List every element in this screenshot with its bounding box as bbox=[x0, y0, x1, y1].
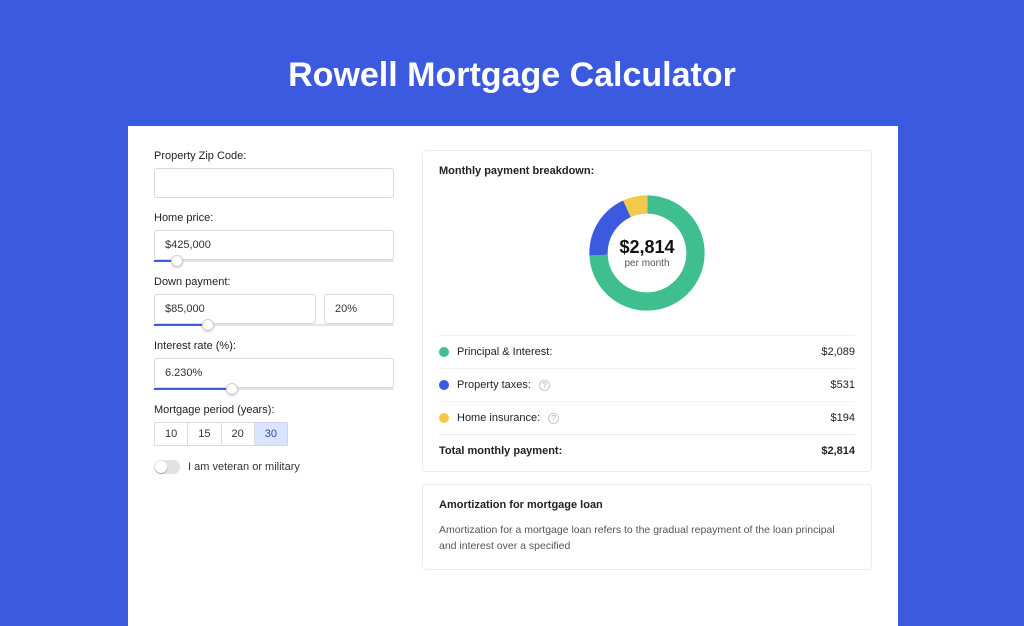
legend-value: $2,089 bbox=[821, 346, 855, 358]
total-value: $2,814 bbox=[821, 445, 855, 457]
legend-principal: Principal & Interest: $2,089 bbox=[439, 335, 855, 368]
amortization-body: Amortization for a mortgage loan refers … bbox=[439, 523, 855, 555]
zip-input[interactable] bbox=[154, 168, 394, 198]
legend-value: $531 bbox=[831, 379, 855, 391]
veteran-toggle[interactable] bbox=[154, 460, 180, 474]
legend-label: Home insurance: bbox=[457, 412, 540, 424]
donut-chart: $2,814 per month bbox=[439, 189, 855, 317]
donut-center: $2,814 per month bbox=[439, 189, 855, 317]
rate-slider[interactable] bbox=[154, 388, 394, 390]
amortization-panel: Amortization for mortgage loan Amortizat… bbox=[422, 484, 872, 570]
legend-label: Property taxes: bbox=[457, 379, 531, 391]
rate-label: Interest rate (%): bbox=[154, 340, 394, 352]
page-title: Rowell Mortgage Calculator bbox=[0, 0, 1024, 117]
rate-field: Interest rate (%): bbox=[154, 340, 394, 390]
legend-taxes: Property taxes: ? $531 bbox=[439, 368, 855, 401]
legend-label: Principal & Interest: bbox=[457, 346, 552, 358]
price-label: Home price: bbox=[154, 212, 394, 224]
dot-icon bbox=[439, 413, 449, 423]
breakdown-panel: Monthly payment breakdown: $2,814 per mo… bbox=[422, 150, 872, 472]
down-field: Down payment: bbox=[154, 276, 394, 326]
legend-insurance: Home insurance: ? $194 bbox=[439, 401, 855, 434]
down-pct-input[interactable] bbox=[324, 294, 394, 324]
info-icon[interactable]: ? bbox=[548, 413, 559, 424]
breakdown-title: Monthly payment breakdown: bbox=[439, 165, 855, 177]
period-20-button[interactable]: 20 bbox=[222, 422, 255, 446]
legend-total: Total monthly payment: $2,814 bbox=[439, 434, 855, 457]
legend-value: $194 bbox=[831, 412, 855, 424]
down-label: Down payment: bbox=[154, 276, 394, 288]
period-15-button[interactable]: 15 bbox=[188, 422, 221, 446]
info-icon[interactable]: ? bbox=[539, 380, 550, 391]
amortization-title: Amortization for mortgage loan bbox=[439, 499, 855, 511]
dot-icon bbox=[439, 347, 449, 357]
calculator-card: Property Zip Code: Home price: Down paym… bbox=[128, 126, 898, 626]
period-10-button[interactable]: 10 bbox=[154, 422, 188, 446]
period-field: Mortgage period (years): 10 15 20 30 bbox=[154, 404, 394, 446]
period-label: Mortgage period (years): bbox=[154, 404, 394, 416]
down-slider[interactable] bbox=[154, 324, 394, 326]
slider-thumb[interactable] bbox=[202, 319, 214, 331]
donut-center-value: $2,814 bbox=[619, 237, 674, 258]
slider-thumb[interactable] bbox=[171, 255, 183, 267]
rate-input[interactable] bbox=[154, 358, 394, 388]
price-field: Home price: bbox=[154, 212, 394, 262]
zip-label: Property Zip Code: bbox=[154, 150, 394, 162]
inputs-column: Property Zip Code: Home price: Down paym… bbox=[154, 150, 394, 602]
veteran-row: I am veteran or military bbox=[154, 460, 394, 474]
dot-icon bbox=[439, 380, 449, 390]
slider-thumb[interactable] bbox=[226, 383, 238, 395]
veteran-label: I am veteran or military bbox=[188, 461, 300, 473]
price-slider[interactable] bbox=[154, 260, 394, 262]
zip-field: Property Zip Code: bbox=[154, 150, 394, 198]
price-input[interactable] bbox=[154, 230, 394, 260]
down-amount-input[interactable] bbox=[154, 294, 316, 324]
period-buttons: 10 15 20 30 bbox=[154, 422, 394, 446]
total-label: Total monthly payment: bbox=[439, 445, 562, 457]
period-30-button[interactable]: 30 bbox=[255, 422, 288, 446]
donut-center-sub: per month bbox=[624, 258, 669, 269]
results-column: Monthly payment breakdown: $2,814 per mo… bbox=[422, 150, 872, 602]
